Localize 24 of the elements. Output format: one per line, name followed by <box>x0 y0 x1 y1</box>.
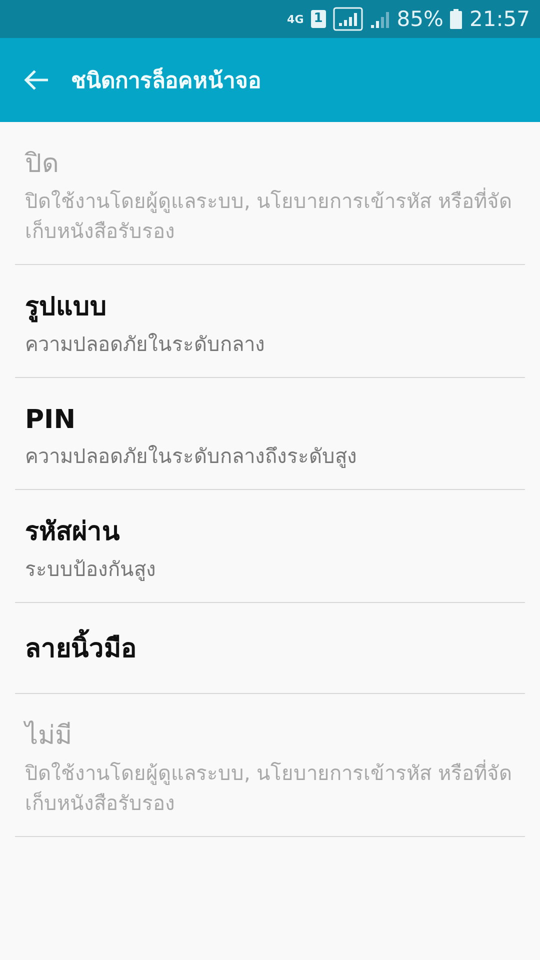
battery-icon <box>450 9 462 29</box>
option-title: ปิด <box>25 148 60 181</box>
option-description: ความปลอดภัยในระดับกลางถึงระดับสูง <box>25 443 358 470</box>
back-arrow-icon[interactable] <box>23 69 49 91</box>
option-title: ไม่มี <box>25 720 73 753</box>
lock-type-option[interactable]: ลายนิ้วมือ <box>15 603 525 694</box>
battery-level: 85% <box>396 7 444 31</box>
option-title: รหัสผ่าน <box>25 516 121 550</box>
option-title: ลายนิ้วมือ <box>25 629 515 675</box>
signal-icon <box>370 10 390 28</box>
option-description: ปิดใช้งานโดยผู้ดูแลระบบ, นโยบายการเข้ารหัส หรือที่จัดเก็บหนังสือรับรอง <box>25 186 514 245</box>
screen-title: ชนิดการล็อคหน้าจอ <box>71 66 261 96</box>
lock-type-option[interactable]: PIN ความปลอดภัยในระดับกลางถึงระดับสูง <box>15 378 525 490</box>
sim-icon: 1 <box>310 10 326 28</box>
option-title: รูปแบบ <box>25 290 108 324</box>
clock-time: 21:57 <box>469 7 530 31</box>
lock-type-option[interactable]: รหัสผ่าน ระบบป้องกันสูง <box>15 490 525 604</box>
option-description: ระบบป้องกันสูง <box>25 556 157 584</box>
option-title: PIN <box>25 404 76 437</box>
lock-type-option[interactable]: รูปแบบ ความปลอดภัยในระดับกลาง <box>15 264 525 378</box>
option-description: ความปลอดภัยในระดับกลาง <box>25 330 266 358</box>
network-type: 4G <box>287 14 304 24</box>
signal-icon <box>332 7 363 31</box>
option-description: ปิดใช้งานโดยผู้ดูแลระบบ, นโยบายการเข้ารหัส หรือที่จัดเก็บหนังสือรับรอง <box>25 758 514 817</box>
